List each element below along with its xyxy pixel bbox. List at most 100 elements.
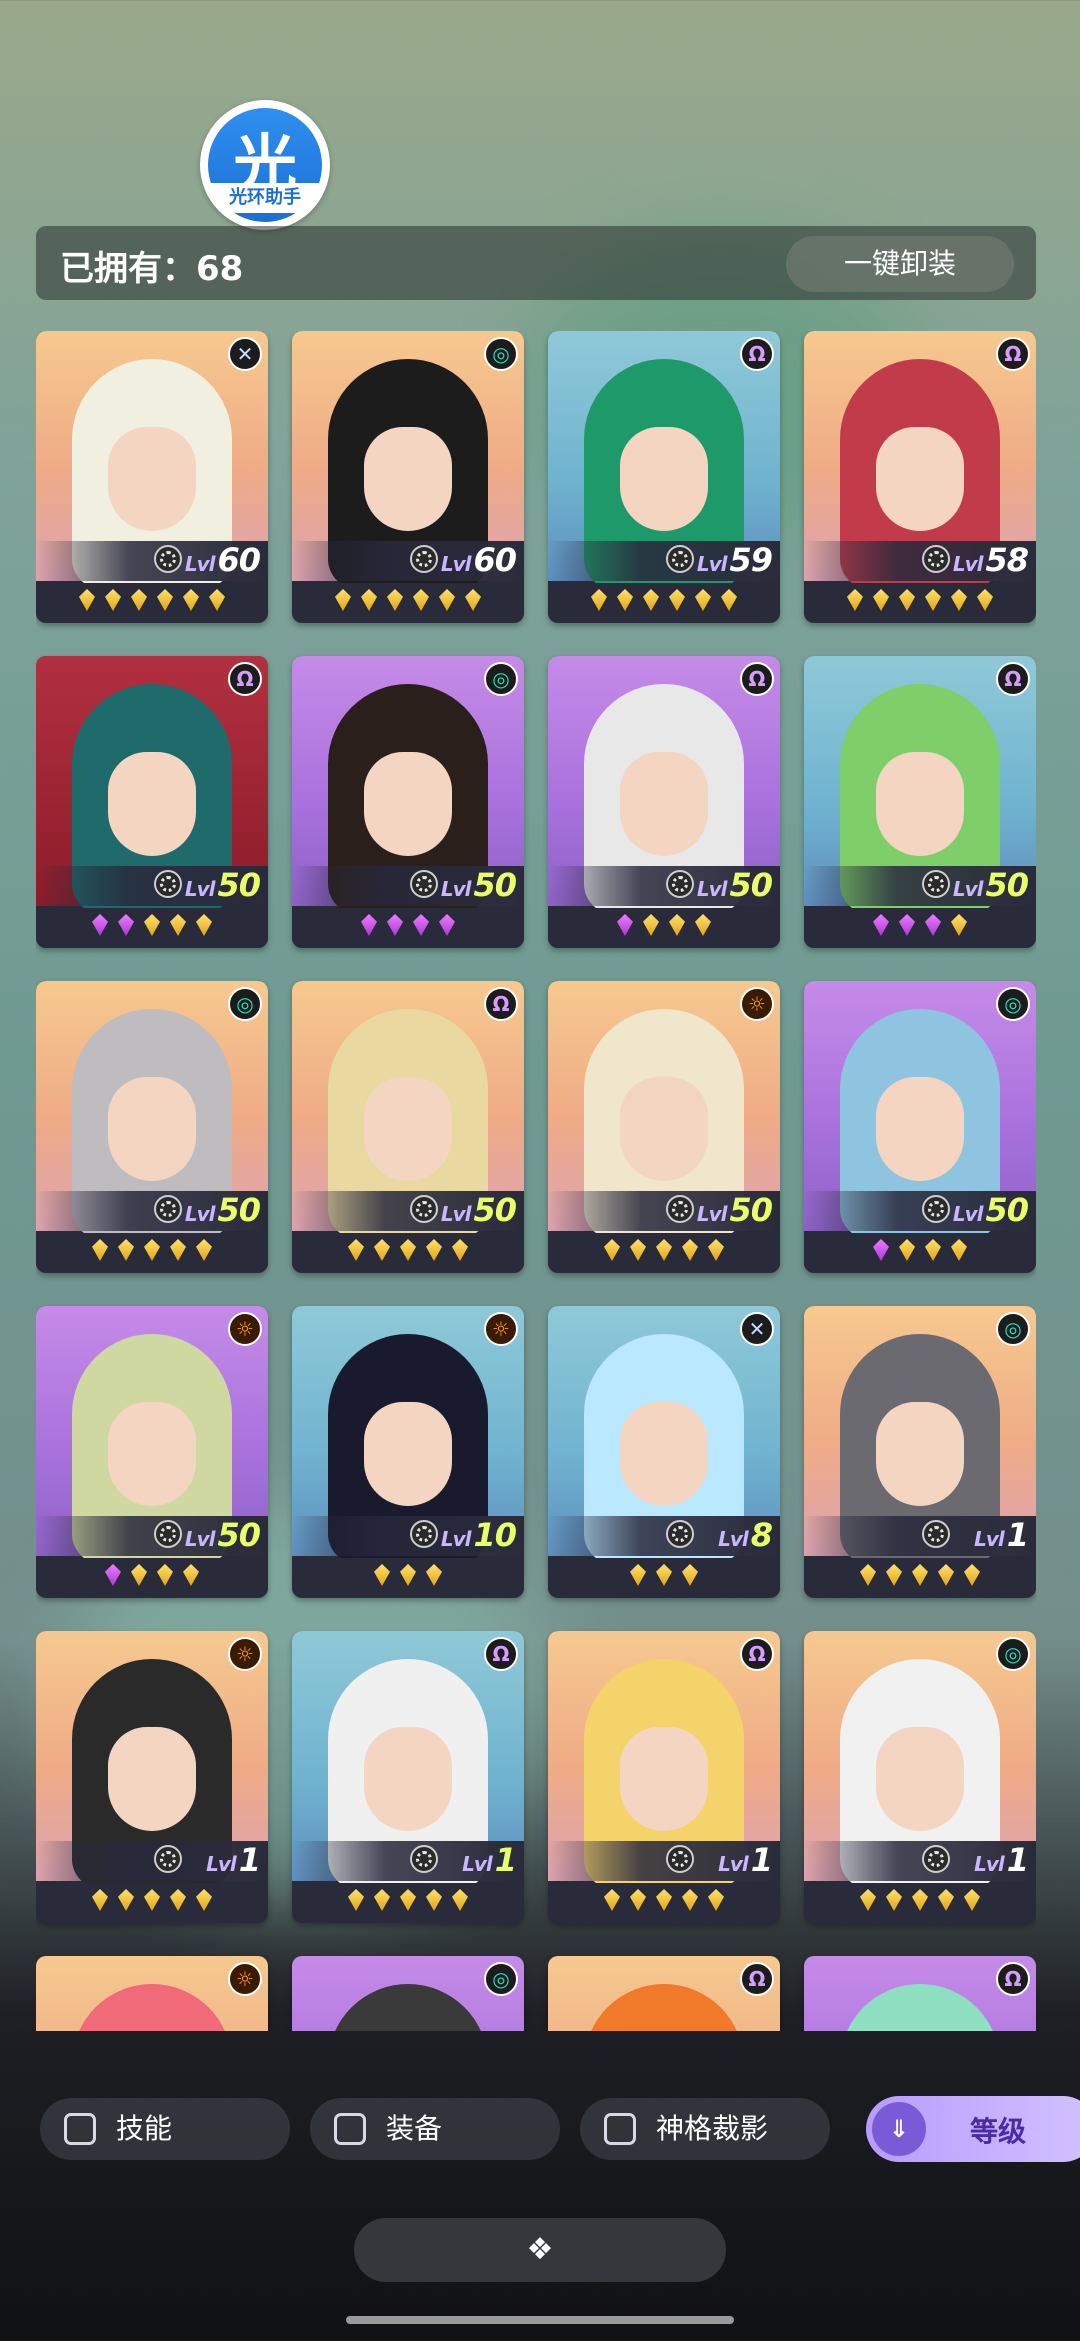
hero-card[interactable]: Ω [548, 1956, 780, 2031]
star-rating [548, 583, 780, 619]
swirl-element-icon: ◎ [228, 987, 262, 1021]
filter-equipment-label: 装备 [386, 2112, 443, 2145]
level-number: 50 [473, 1191, 517, 1229]
hero-level: Lvl59 [697, 541, 773, 579]
level-number: 1 [1006, 1516, 1029, 1554]
gold-gem-icon [374, 1889, 390, 1911]
hero-card[interactable]: ☼ [36, 1956, 268, 2031]
gold-gem-icon [157, 589, 173, 611]
hero-card[interactable]: ◎ Lvl1 [804, 1306, 1036, 1598]
hero-card[interactable]: ◎ Lvl50 [292, 656, 524, 948]
level-number: 1 [238, 1841, 261, 1879]
checkbox-icon[interactable] [64, 2113, 96, 2145]
hero-level: Lvl1 [206, 1841, 261, 1879]
gold-gem-icon [643, 914, 659, 936]
hero-level: Lvl50 [185, 1191, 261, 1229]
hero-level: Lvl60 [441, 541, 517, 579]
gold-gem-icon [708, 1239, 724, 1261]
hero-face [876, 1402, 964, 1506]
purple-gem-icon [105, 1564, 121, 1586]
sun-element-icon: ☼ [740, 987, 774, 1021]
purple-gem-icon [925, 914, 941, 936]
gold-gem-icon [426, 1239, 442, 1261]
hero-card[interactable]: Ω Lvl1 [548, 1631, 780, 1923]
hero-card[interactable]: ◎ Lvl60 [292, 331, 524, 623]
hero-card[interactable]: ◎ [292, 1956, 524, 2031]
hero-card[interactable]: ◎ Lvl1 [804, 1631, 1036, 1923]
star-rating [804, 1233, 1036, 1269]
hero-face [620, 1402, 708, 1506]
collapse-panel-button[interactable]: ❖ [354, 2218, 726, 2282]
purple-gem-icon [617, 914, 633, 936]
level-prefix: Lvl [184, 877, 216, 901]
omega-element-icon: Ω [740, 1637, 774, 1671]
hero-card[interactable]: Ω Lvl50 [292, 981, 524, 1273]
filter-equipment[interactable]: 装备 [310, 2098, 560, 2160]
star-rating [804, 908, 1036, 944]
gold-gem-icon [925, 1239, 941, 1261]
hero-card[interactable]: ◎ Lvl50 [804, 981, 1036, 1273]
sort-by-level-button[interactable]: ⇓ 等级 [866, 2096, 1080, 2162]
hero-card[interactable]: ☼ Lvl50 [36, 1306, 268, 1598]
hero-card[interactable]: ☼ Lvl1 [36, 1631, 268, 1923]
gold-gem-icon [196, 1239, 212, 1261]
hero-card[interactable]: Ω Lvl50 [804, 656, 1036, 948]
level-prefix: Lvl [974, 1852, 1005, 1876]
hero-card[interactable]: Ω Lvl50 [36, 656, 268, 948]
level-number: 1 [1006, 1841, 1029, 1879]
gold-gem-icon [951, 589, 967, 611]
omega-element-icon: Ω [740, 1962, 774, 1996]
gold-gem-icon [361, 589, 377, 611]
level-number: 58 [985, 541, 1029, 579]
gold-gem-icon [348, 1239, 364, 1261]
hero-level: Lvl8 [718, 1516, 773, 1554]
gold-gem-icon [170, 1889, 186, 1911]
hero-level: Lvl60 [185, 541, 261, 579]
purple-gem-icon [439, 914, 455, 936]
hero-card[interactable]: Ω Lvl50 [548, 656, 780, 948]
hero-card[interactable]: ☼ Lvl50 [548, 981, 780, 1273]
gold-gem-icon [899, 589, 915, 611]
hero-card[interactable]: ✕ Lvl8 [548, 1306, 780, 1598]
gold-gem-icon [643, 589, 659, 611]
hero-card[interactable]: Ω Lvl58 [804, 331, 1036, 623]
star-rating [292, 583, 524, 619]
hero-card[interactable]: Ω [804, 1956, 1036, 2031]
hero-card[interactable]: ☼ Lvl10 [292, 1306, 524, 1598]
hero-level: Lvl1 [974, 1516, 1029, 1554]
hero-card[interactable]: Ω Lvl1 [292, 1631, 524, 1923]
hero-card[interactable]: Ω Lvl59 [548, 331, 780, 623]
sun-element-icon: ☼ [228, 1962, 262, 1996]
unequip-all-button[interactable]: 一键卸装 [786, 236, 1014, 292]
star-rating [36, 1558, 268, 1594]
hero-face [620, 752, 708, 856]
filter-skill[interactable]: 技能 [40, 2098, 290, 2160]
aperture-icon [666, 545, 694, 573]
checkbox-icon[interactable] [334, 2113, 366, 2145]
hero-card[interactable]: ✕ Lvl60 [36, 331, 268, 623]
level-prefix: Lvl [718, 1527, 749, 1551]
purple-gem-icon [873, 914, 889, 936]
gold-gem-icon [860, 1889, 876, 1911]
gold-gem-icon [656, 1564, 672, 1586]
gold-gem-icon [144, 1889, 160, 1911]
checkbox-icon[interactable] [604, 2113, 636, 2145]
hero-card[interactable]: ◎ Lvl50 [36, 981, 268, 1273]
level-number: 50 [217, 1191, 261, 1229]
aperture-icon [154, 1845, 182, 1873]
gold-gem-icon [708, 1889, 724, 1911]
gold-gem-icon [977, 589, 993, 611]
gold-gem-icon [938, 1889, 954, 1911]
gold-gem-icon [157, 1564, 173, 1586]
purple-gem-icon [361, 914, 377, 936]
home-indicator[interactable] [346, 2316, 734, 2324]
hero-face [876, 427, 964, 531]
star-rating [292, 1883, 524, 1919]
aperture-icon [922, 1195, 950, 1223]
sun-element-icon: ☼ [484, 1312, 518, 1346]
star-rating [548, 1233, 780, 1269]
filter-divine[interactable]: 神格裁影 [580, 2098, 830, 2160]
level-prefix: Lvl [440, 1527, 472, 1551]
level-prefix: Lvl [462, 1852, 493, 1876]
level-prefix: Lvl [718, 1852, 749, 1876]
